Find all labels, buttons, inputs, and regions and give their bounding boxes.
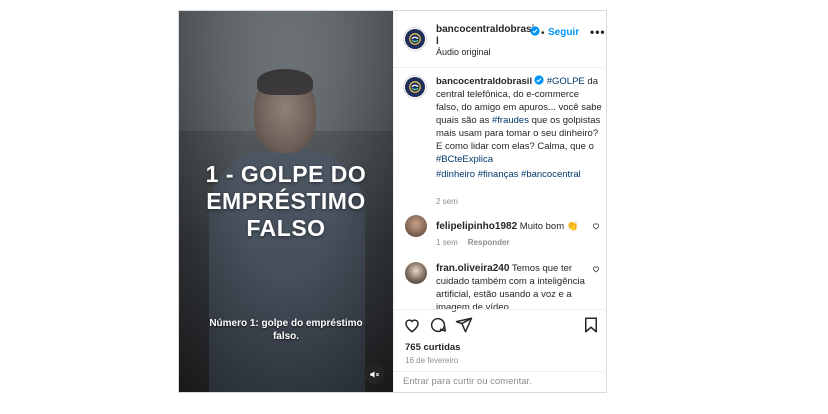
comment-input[interactable] [403,376,598,387]
comment-text: fran.oliveira240 Temos que ter cuidado t… [436,262,604,314]
comment-like-icon[interactable] [592,265,600,273]
bcb-logo-icon [405,77,425,97]
account-avatar[interactable] [403,27,427,51]
reply-button[interactable]: Responder [468,238,510,247]
caption-time[interactable]: 2 sem [436,197,458,206]
comments-area: bancocentraldobrasil #GOLPE da central t… [394,69,607,313]
bcb-logo-glyph [409,81,421,93]
comment-time[interactable]: 1 sem [436,238,458,247]
post-caption: bancocentraldobrasil #GOLPE da central t… [436,75,604,166]
instagram-post-frame: 1 - GOLPE DO EMPRÉSTIMO FALSO Número 1: … [178,10,607,393]
hashtag-bcteexplica[interactable]: #BCteExplica [436,154,493,165]
comment-meta: 1 sem Responder [436,238,520,247]
comment-text: felipelipinho1982 Muito bom 👏 [436,220,604,233]
video-overlay-title: 1 - GOLPE DO EMPRÉSTIMO FALSO [205,161,367,241]
likes-count[interactable]: 765 curtidas [405,342,460,353]
comment-like-icon[interactable] [592,222,600,230]
post-actions-bar [394,309,607,339]
header-separator: • [541,28,545,39]
speaker-muted-icon[interactable] [364,364,384,384]
reel-video[interactable]: 1 - GOLPE DO EMPRÉSTIMO FALSO Número 1: … [179,11,393,392]
hashtag-fraudes[interactable]: #fraudes [492,115,529,126]
verified-badge-icon [530,26,540,36]
heart-icon[interactable] [403,316,421,334]
hashtag-golpe[interactable]: #GOLPE [547,76,585,87]
audio-label[interactable]: Áudio original [436,47,491,57]
header-username[interactable]: bancocentraldobrasil [436,24,536,48]
bcb-logo-icon [405,29,425,49]
bookmark-icon[interactable] [582,316,600,334]
verified-badge-icon [534,75,544,85]
caption-hashtags[interactable]: #dinheiro #finanças #bancocentral [436,169,604,180]
comment-input-bar [394,371,607,392]
more-horizontal-icon[interactable]: ••• [590,25,606,39]
comment-body: Muito bom 👏 [517,221,579,232]
caption-username[interactable]: bancocentraldobrasil [436,76,532,87]
post-date[interactable]: 16 de fevereiro [405,356,458,365]
avatar[interactable] [405,215,427,237]
comment-username[interactable]: fran.oliveira240 [436,263,509,274]
avatar[interactable] [405,262,427,284]
comment-username[interactable]: felipelipinho1982 [436,221,517,232]
speaker-muted-glyph [369,370,379,378]
caption-avatar[interactable] [403,75,427,99]
comment-icon[interactable] [429,316,447,334]
follow-button[interactable]: Seguir [548,27,579,38]
post-side-panel: bancocentraldobrasil • Seguir Áudio orig… [393,11,607,392]
post-header: bancocentraldobrasil • Seguir Áudio orig… [394,11,607,68]
video-subtitle: Número 1: golpe do empréstimo falso. [209,318,363,342]
share-icon[interactable] [455,316,473,334]
bcb-logo-glyph [409,33,421,45]
